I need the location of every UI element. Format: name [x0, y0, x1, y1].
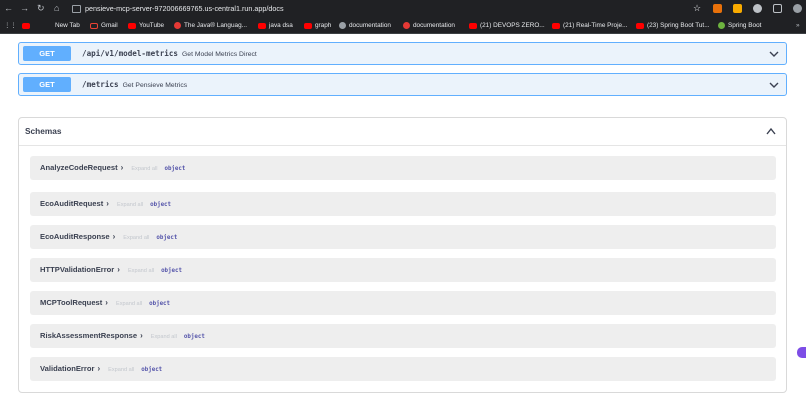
expand-all-link[interactable]: Expand all	[116, 301, 142, 307]
model-type: object	[164, 166, 186, 172]
chevron-right-icon[interactable]: ›	[113, 232, 116, 241]
model-name[interactable]: MCPToolRequest	[40, 298, 102, 307]
operation-get-metrics[interactable]: GET /metrics Get Pensieve Metrics	[18, 73, 787, 96]
schema-model-row[interactable]: AnalyzeCodeRequest › Expand all object	[30, 156, 776, 180]
gmail-icon	[90, 22, 98, 29]
operation-path: /metrics Get Pensieve Metrics	[82, 80, 188, 89]
youtube-icon	[636, 22, 644, 29]
method-badge: GET	[23, 46, 71, 61]
bookmark-documentation[interactable]: documentation	[339, 21, 391, 30]
chevron-right-icon[interactable]: ›	[97, 364, 100, 373]
chevron-down-icon[interactable]	[768, 79, 780, 91]
browser-toolbar: ← → ↻ ⌂ pensieve-mcp-server-972006669765…	[0, 0, 806, 18]
expand-all-link[interactable]: Expand all	[151, 334, 177, 340]
model-name[interactable]: EcoAuditRequest	[40, 199, 103, 208]
extension-icon[interactable]	[753, 4, 762, 13]
model-type: object	[156, 235, 178, 241]
java-icon	[403, 22, 410, 29]
youtube-icon	[128, 22, 136, 29]
schema-model-row[interactable]: ValidationError › Expand all object	[30, 357, 776, 381]
chevron-up-icon[interactable]	[765, 126, 777, 136]
bookmark-devops[interactable]: (21) DEVOPS ZERO...	[469, 21, 545, 30]
schema-model-row[interactable]: HTTPValidationError › Expand all object	[30, 258, 776, 282]
bookmark-youtube[interactable]: YouTube	[128, 21, 164, 30]
model-type: object	[150, 202, 172, 208]
extension-icon[interactable]	[713, 4, 722, 13]
chevron-right-icon[interactable]: ›	[106, 199, 109, 208]
expand-all-link[interactable]: Expand all	[117, 202, 143, 208]
side-panel-icon[interactable]	[797, 347, 806, 358]
address-bar[interactable]: pensieve-mcp-server-972006669765.us-cent…	[72, 2, 692, 15]
apps-grid-icon[interactable]: ⋮⋮	[4, 21, 17, 30]
schemas-title: Schemas	[25, 126, 62, 136]
extension-icon[interactable]	[733, 4, 742, 13]
operation-path: /api/v1/model-metrics Get Model Metrics D…	[82, 49, 257, 58]
model-name[interactable]: EcoAuditResponse	[40, 232, 110, 241]
bookmarks-bar: ⋮⋮ New Tab Gmail YouTube The Java® Langu…	[0, 18, 806, 34]
schema-model-row[interactable]: RiskAssessmentResponse › Expand all object	[30, 324, 776, 348]
forward-icon[interactable]: →	[20, 3, 29, 13]
operation-summary: Get Model Metrics Direct	[182, 51, 257, 58]
chevron-right-icon[interactable]: ›	[117, 265, 120, 274]
bookmark-item[interactable]	[22, 21, 33, 30]
expand-all-link[interactable]: Expand all	[131, 166, 157, 172]
profile-avatar-icon[interactable]	[793, 4, 802, 13]
youtube-icon	[304, 22, 312, 29]
model-type: object	[183, 334, 205, 340]
expand-all-link[interactable]: Expand all	[108, 367, 134, 373]
model-name[interactable]: RiskAssessmentResponse	[40, 331, 137, 340]
operation-summary: Get Pensieve Metrics	[122, 82, 188, 89]
home-icon[interactable]: ⌂	[54, 3, 59, 13]
bookmark-new-tab[interactable]: New Tab	[55, 21, 80, 30]
bookmark-gmail[interactable]: Gmail	[90, 21, 118, 30]
model-type: object	[141, 367, 163, 373]
chevron-right-icon[interactable]: ›	[105, 298, 108, 307]
operation-get-model-metrics[interactable]: GET /api/v1/model-metrics Get Model Metri…	[18, 42, 787, 65]
schemas-header[interactable]: Schemas	[19, 118, 786, 146]
youtube-icon	[22, 22, 30, 29]
schema-model-row[interactable]: MCPToolRequest › Expand all object	[30, 291, 776, 315]
extensions-puzzle-icon[interactable]	[773, 4, 782, 13]
site-info-icon[interactable]	[72, 5, 81, 14]
globe-icon	[339, 22, 346, 29]
expand-all-link[interactable]: Expand all	[128, 268, 154, 274]
youtube-icon	[552, 22, 560, 29]
model-name[interactable]: AnalyzeCodeRequest	[40, 163, 118, 172]
chevron-down-icon[interactable]	[768, 48, 780, 60]
bookmark-graph[interactable]: graph	[304, 21, 331, 30]
bookmark-java-spec[interactable]: The Java® Languag...	[174, 21, 247, 30]
method-badge: GET	[23, 77, 71, 92]
bookmark-spring-boot[interactable]: Spring Boot	[718, 21, 761, 30]
model-name[interactable]: ValidationError	[40, 364, 94, 373]
bookmark-star-icon[interactable]: ☆	[693, 4, 702, 13]
youtube-icon	[469, 22, 477, 29]
expand-all-link[interactable]: Expand all	[123, 235, 149, 241]
schema-model-row[interactable]: EcoAuditResponse › Expand all object	[30, 225, 776, 249]
youtube-icon	[258, 22, 266, 29]
reload-icon[interactable]: ↻	[37, 3, 45, 13]
spring-icon	[718, 22, 725, 29]
model-type: object	[161, 268, 183, 274]
model-type: object	[149, 301, 171, 307]
chevron-right-icon[interactable]: ›	[140, 331, 143, 340]
address-text: pensieve-mcp-server-972006669765.us-cent…	[85, 4, 284, 13]
bookmark-spring-tut[interactable]: (23) Spring Boot Tut...	[636, 21, 710, 30]
bookmark-java-dsa[interactable]: java dsa	[258, 21, 293, 30]
bookmark-realtime[interactable]: (21) Real-Time Proje...	[552, 21, 627, 30]
bookmark-documentation-2[interactable]: documentation	[403, 21, 455, 30]
chevron-right-icon[interactable]: ›	[121, 163, 124, 172]
more-bookmarks-icon[interactable]: »	[796, 21, 800, 30]
back-icon[interactable]: ←	[4, 3, 13, 13]
model-name[interactable]: HTTPValidationError	[40, 265, 114, 274]
java-icon	[174, 22, 181, 29]
schema-model-row[interactable]: EcoAuditRequest › Expand all object	[30, 192, 776, 216]
